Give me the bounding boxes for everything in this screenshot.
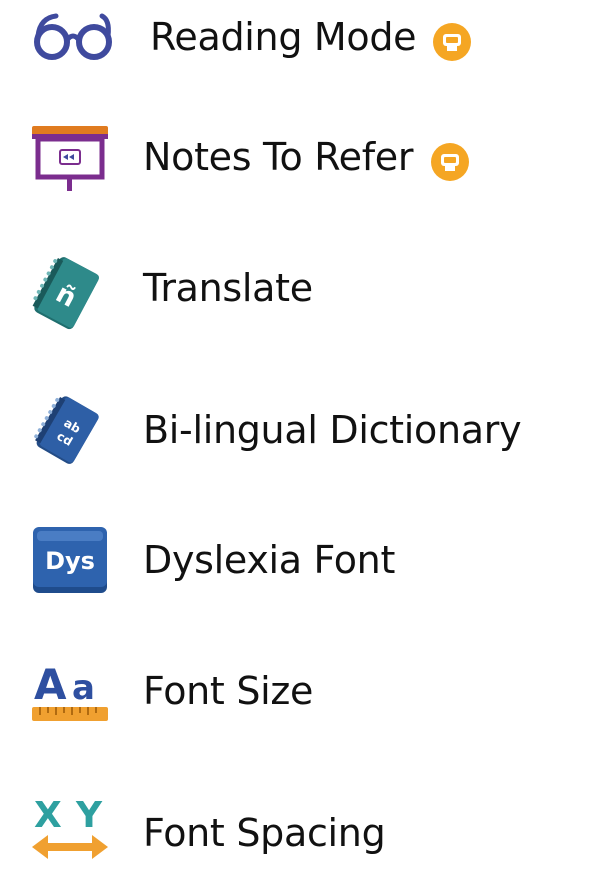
dictionary-book-icon: ab cd: [34, 396, 99, 464]
svg-text:X: X: [34, 795, 62, 836]
dyslexia-font-icon: Dys: [33, 527, 107, 593]
menu-item-label: Reading Mode: [150, 15, 417, 59]
svg-text:Y: Y: [75, 795, 103, 836]
svg-text:A: A: [34, 660, 67, 709]
accessibility-menu: Reading Mode Notes To Refer ñ Translate …: [0, 0, 615, 862]
menu-item-bilingual-dictionary[interactable]: ab cd Bi-lingual Dictionary: [0, 380, 615, 480]
translate-book-icon: ñ: [32, 257, 100, 330]
presentation-board-icon: [32, 126, 108, 191]
menu-item-label: Font Size: [143, 669, 314, 713]
svg-text:a: a: [72, 668, 95, 708]
font-spacing-icon: X Y: [32, 795, 108, 859]
menu-item-font-spacing[interactable]: X Y Font Spacing: [0, 770, 615, 870]
menu-item-translate[interactable]: ñ Translate: [0, 240, 615, 340]
menu-item-reading-mode[interactable]: Reading Mode: [0, 0, 615, 100]
menu-item-label: Bi-lingual Dictionary: [143, 408, 522, 452]
menu-item-label: Font Spacing: [143, 811, 386, 855]
font-size-icon: A a: [32, 660, 108, 721]
menu-item-font-size[interactable]: A a Font Size: [0, 640, 615, 740]
glasses-icon: [34, 13, 112, 60]
menu-item-label: Translate: [143, 266, 313, 310]
menu-item-label: Notes To Refer: [143, 135, 414, 179]
menu-item-notes-to-refer[interactable]: Notes To Refer: [0, 110, 615, 210]
svg-text:Dys: Dys: [45, 547, 95, 575]
premium-badge-icon: [431, 143, 469, 181]
menu-item-dyslexia-font[interactable]: Dys Dyslexia Font: [0, 510, 615, 610]
menu-item-label: Dyslexia Font: [143, 538, 396, 582]
premium-badge-icon: [433, 23, 471, 61]
